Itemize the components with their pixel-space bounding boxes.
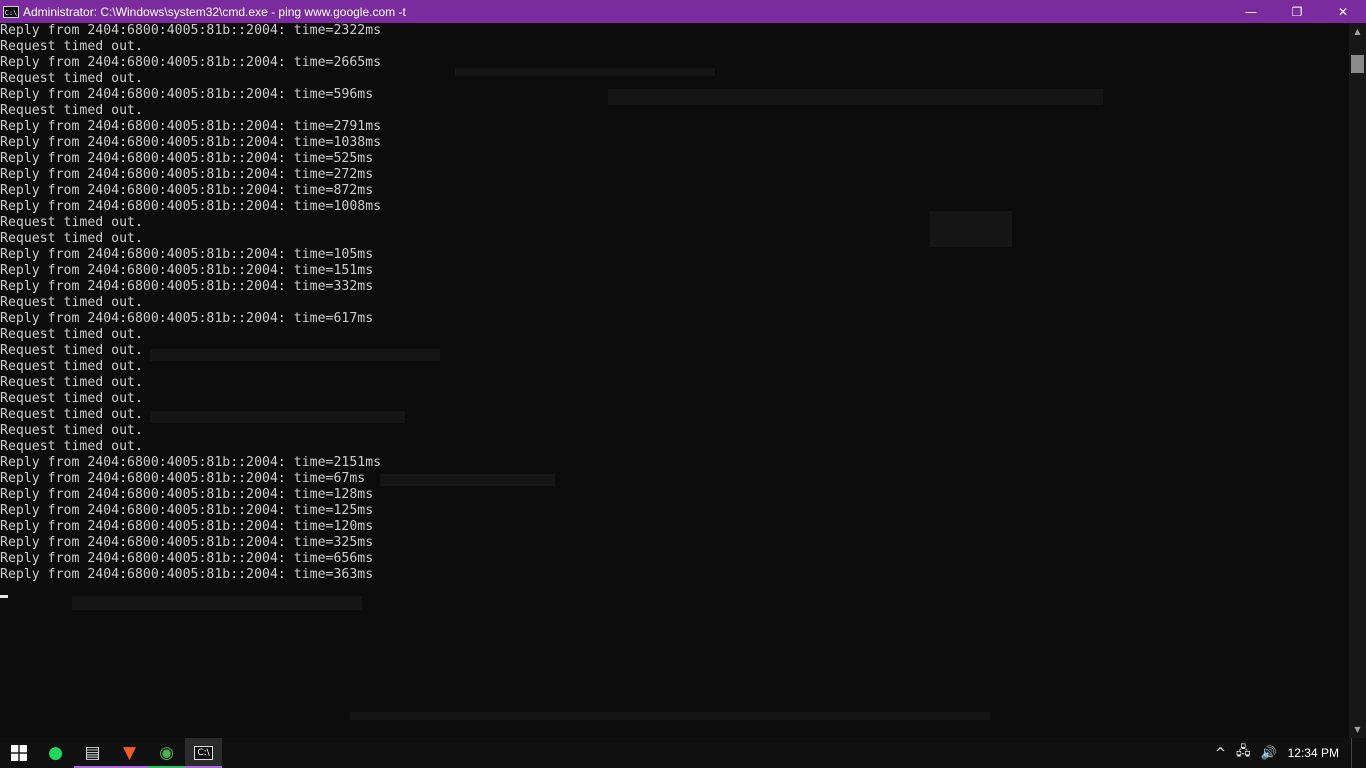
scroll-down-icon[interactable]: ▼ [1349,721,1366,738]
start-button[interactable] [0,738,37,768]
system-tray: ^ 🖧 🔊 12:34 PM [1210,738,1366,768]
console-line: Reply from 2404:6800:4005:81b::2004: tim… [0,87,374,102]
console-line: Request timed out. [0,295,143,310]
cmd-window: C:\ Administrator: C:\Windows\system32\c… [0,0,1366,738]
console-line: Reply from 2404:6800:4005:81b::2004: tim… [0,183,374,198]
vertical-scrollbar[interactable]: ▲ ▼ [1349,23,1366,738]
console-line: Reply from 2404:6800:4005:81b::2004: tim… [0,135,382,150]
scroll-up-icon[interactable]: ▲ [1349,23,1366,40]
console-line: Request timed out. [0,375,143,390]
console-line: Request timed out. [0,103,143,118]
show-desktop-button[interactable] [1351,738,1366,768]
taskbar-app-button[interactable]: ▤ [74,738,111,768]
console-line: Reply from 2404:6800:4005:81b::2004: tim… [0,487,374,502]
console-line: Request timed out. [0,39,143,54]
console-line: Request timed out. [0,231,143,246]
console-line: Request timed out. [0,439,143,454]
text-cursor [0,595,8,598]
console-line: Reply from 2404:6800:4005:81b::2004: tim… [0,567,374,582]
windows-icon [10,745,27,761]
brave-browser-icon: ▼ [122,743,137,763]
window-title: Administrator: C:\Windows\system32\cmd.e… [23,4,406,19]
console-line: Reply from 2404:6800:4005:81b::2004: tim… [0,119,382,134]
console-line: Request timed out. [0,359,143,374]
window-controls: — ❐ ✕ [1228,0,1366,23]
console-output[interactable]: Reply from 2404:6800:4005:81b::2004: tim… [0,23,1349,738]
taskbar-app-button[interactable]: ▼ [111,738,148,768]
clock[interactable]: 12:34 PM [1288,746,1339,760]
taskbar-apps: ● ▤ ▼ ◉ C:\ [37,738,222,768]
console-line: Request timed out. [0,327,143,342]
console-line: Reply from 2404:6800:4005:81b::2004: tim… [0,535,374,550]
spotify-icon: ● [48,743,63,763]
chrome-icon: ◉ [159,743,174,763]
console-line: Reply from 2404:6800:4005:81b::2004: tim… [0,263,374,278]
restore-button[interactable]: ❐ [1274,0,1320,23]
console-line: Reply from 2404:6800:4005:81b::2004: tim… [0,311,374,326]
minimize-button[interactable]: — [1228,0,1274,23]
console-line: Reply from 2404:6800:4005:81b::2004: tim… [0,455,382,470]
console-line: Reply from 2404:6800:4005:81b::2004: tim… [0,279,374,294]
console-line: Request timed out. [0,215,143,230]
taskbar: ● ▤ ▼ ◉ C:\ ^ 🖧 🔊 12:34 PM [0,738,1366,768]
console-line: Reply from 2404:6800:4005:81b::2004: tim… [0,519,374,534]
console-line: Reply from 2404:6800:4005:81b::2004: tim… [0,23,382,38]
console-line: Reply from 2404:6800:4005:81b::2004: tim… [0,151,374,166]
volume-icon[interactable]: 🔊 [1260,746,1276,761]
console-lines: Reply from 2404:6800:4005:81b::2004: tim… [0,23,381,583]
cmd-icon: C:\ [3,5,19,18]
console-line: Reply from 2404:6800:4005:81b::2004: tim… [0,471,366,486]
console-line: Reply from 2404:6800:4005:81b::2004: tim… [0,247,374,262]
console-line: Reply from 2404:6800:4005:81b::2004: tim… [0,55,382,70]
console-line: Request timed out. [0,71,143,86]
console-line: Request timed out. [0,423,143,438]
file-manager-icon: ▤ [84,743,101,763]
close-button[interactable]: ✕ [1320,0,1366,23]
taskbar-app-button[interactable]: C:\ [185,738,222,768]
title-bar[interactable]: C:\ Administrator: C:\Windows\system32\c… [0,0,1366,23]
taskbar-app-button[interactable]: ● [37,738,74,768]
console-line: Reply from 2404:6800:4005:81b::2004: tim… [0,551,374,566]
taskbar-app-button[interactable]: ◉ [148,738,185,768]
show-hidden-icons-icon[interactable]: ^ [1215,746,1226,761]
cmd-icon: C:\ [194,746,213,760]
network-icon[interactable]: 🖧 [1236,742,1251,764]
console-line: Reply from 2404:6800:4005:81b::2004: tim… [0,167,374,182]
console-line: Request timed out. [0,407,143,422]
console-line: Request timed out. [0,391,143,406]
scroll-thumb[interactable] [1351,55,1364,73]
console-line: Reply from 2404:6800:4005:81b::2004: tim… [0,199,382,214]
console-line: Reply from 2404:6800:4005:81b::2004: tim… [0,503,374,518]
console-line: Request timed out. [0,343,143,358]
